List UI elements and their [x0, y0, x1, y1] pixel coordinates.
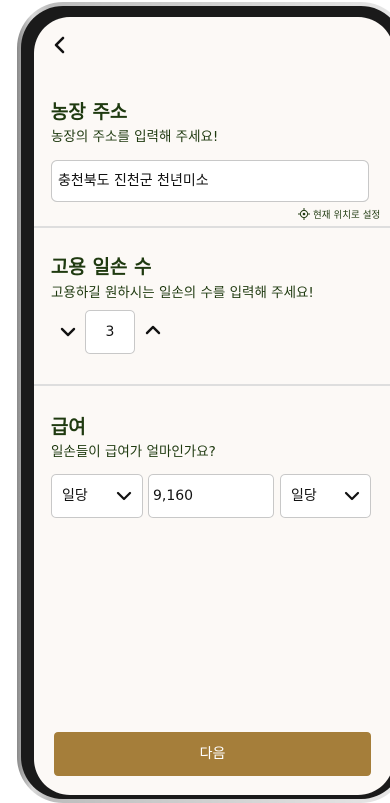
phone-bezel: 농장 주소 농장의 주소를 입력해 주세요! 충천북도 진천군 천년미소 현재 …: [21, 6, 390, 799]
back-button[interactable]: [48, 33, 72, 57]
crosshair-icon: [298, 208, 310, 220]
app-screen: 농장 주소 농장의 주소를 입력해 주세요! 충천북도 진천군 천년미소 현재 …: [34, 17, 390, 795]
section-divider: [34, 384, 390, 386]
chevron-left-icon: [54, 36, 65, 54]
wage-subtitle: 일손들이 급여가 얼마인가요?: [51, 444, 216, 460]
wage-amount-value: 9,160: [153, 488, 194, 504]
address-subtitle: 농장의 주소를 입력해 주세요!: [51, 129, 219, 145]
wage-amount-input[interactable]: 9,160: [148, 474, 274, 518]
wage-unit-select[interactable]: 일당: [51, 474, 143, 518]
locate-label: 현재 위치로 설정: [313, 210, 381, 221]
workers-title: 고용 일손 수: [51, 256, 152, 278]
address-input[interactable]: 충천북도 진천군 천년미소: [51, 160, 369, 202]
wage-period-select[interactable]: 일당: [280, 474, 371, 518]
wage-title: 급여: [51, 416, 86, 438]
wage-unit-value: 일당: [62, 488, 88, 504]
phone-frame: 농장 주소 농장의 주소를 입력해 주세요! 충천북도 진천군 천년미소 현재 …: [17, 2, 390, 803]
decrement-button[interactable]: [58, 322, 78, 342]
next-button[interactable]: 다음: [54, 732, 371, 776]
chevron-down-icon: [344, 491, 360, 501]
worker-count-value: 3: [105, 324, 115, 340]
wage-period-value: 일당: [291, 488, 317, 504]
set-current-location-link[interactable]: 현재 위치로 설정: [298, 207, 380, 221]
address-title: 농장 주소: [51, 101, 128, 123]
section-divider: [34, 226, 390, 228]
workers-subtitle: 고용하길 원하시는 일손의 수를 입력해 주세요!: [51, 285, 314, 301]
address-value: 충천북도 진천군 천년미소: [58, 173, 209, 189]
chevron-down-icon: [116, 491, 132, 501]
chevron-down-icon: [60, 327, 76, 337]
worker-count-field[interactable]: 3: [85, 310, 135, 354]
chevron-up-icon: [145, 325, 161, 335]
increment-button[interactable]: [143, 320, 163, 340]
